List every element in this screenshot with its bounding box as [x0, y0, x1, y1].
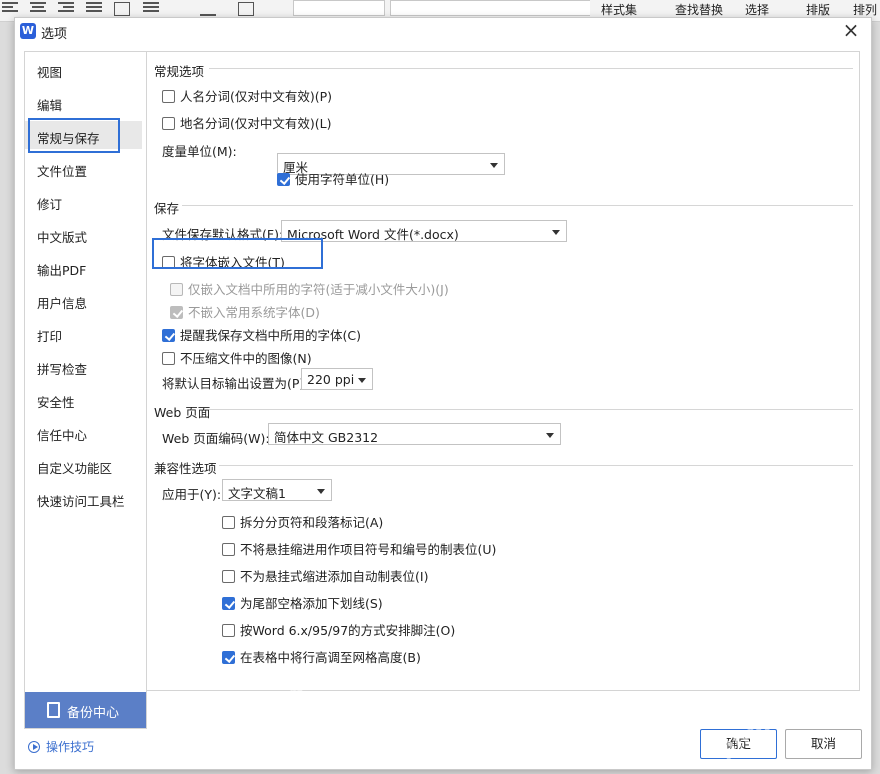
section-divider: [209, 68, 853, 69]
style-set-menu[interactable]: 样式集: [601, 1, 637, 18]
dropdown-arrow-icon: [317, 489, 325, 494]
compat-checkbox[interactable]: [222, 624, 235, 637]
sidebar-item-trust-center[interactable]: 信任中心: [37, 425, 87, 444]
distribute-icon[interactable]: [114, 2, 130, 16]
compat-checkbox[interactable]: [222, 651, 235, 664]
compat-option-table-row-grid[interactable]: 在表格中将行高调至网格高度(B): [222, 647, 421, 666]
section-title-compat: 兼容性选项: [154, 461, 217, 476]
dropdown-arrow-icon: [358, 378, 366, 383]
style-preview-1[interactable]: [293, 0, 385, 16]
ppi-select[interactable]: 220 ppi: [301, 368, 373, 390]
sidebar-item-edit[interactable]: 编辑: [37, 95, 62, 114]
section-divider: [182, 205, 853, 206]
sidebar-item-file-location[interactable]: 文件位置: [37, 161, 87, 180]
compat-checkbox[interactable]: [222, 570, 235, 583]
compat-checkbox[interactable]: [222, 543, 235, 556]
sidebar-item-view[interactable]: 视图: [37, 62, 62, 81]
compat-option-word6-footnotes[interactable]: 按Word 6.x/95/97的方式安排脚注(O): [222, 620, 455, 639]
dropdown-arrow-icon: [546, 433, 554, 438]
ok-button[interactable]: 确定: [700, 729, 777, 759]
borders-icon[interactable]: [238, 2, 254, 16]
compat-option-auto-tab[interactable]: 不为悬挂式缩进添加自动制表位(I): [222, 566, 428, 585]
compat-checkbox[interactable]: [222, 597, 235, 610]
place-name-checkbox[interactable]: [162, 117, 175, 130]
wps-writer-icon: W: [20, 23, 36, 39]
section-divider: [209, 409, 853, 410]
tips-link[interactable]: 操作技巧: [28, 738, 94, 755]
dialog-titlebar: W 选项 ×: [15, 18, 871, 44]
backup-icon: [47, 702, 60, 718]
layout-menu[interactable]: 排版: [806, 1, 830, 18]
no-compress-images-checkbox[interactable]: [162, 352, 175, 365]
web-encoding-select[interactable]: 简体中文 GB2312: [268, 423, 561, 445]
ppi-label: 将默认目标输出设置为(P):: [162, 376, 309, 391]
sidebar-item-security[interactable]: 安全性: [37, 392, 75, 411]
place-name-segmentation-option[interactable]: 地名分词(仅对中文有效)(L): [162, 113, 331, 132]
section-title-web: Web 页面: [154, 405, 211, 420]
sidebar-item-customize-ribbon[interactable]: 自定义功能区: [37, 458, 112, 477]
shading-icon[interactable]: [200, 2, 216, 16]
cancel-button[interactable]: 取消: [785, 729, 862, 759]
compat-option-hanging-indent-tab[interactable]: 不将悬挂缩进用作项目符号和编号的制表位(U): [222, 539, 496, 558]
options-content: 常规选项 人名分词(仅对中文有效)(P) 地名分词(仅对中文有效)(L) 度量单…: [147, 51, 860, 691]
sidebar-item-revision[interactable]: 修订: [37, 194, 62, 213]
remind-fonts-option[interactable]: 提醒我保存文档中所用的字体(C): [162, 325, 361, 344]
web-encoding-label: Web 页面编码(W):: [162, 431, 270, 446]
align-left-icon[interactable]: [2, 2, 18, 16]
sidebar-item-user-info[interactable]: 用户信息: [37, 293, 87, 312]
dropdown-arrow-icon: [490, 163, 498, 168]
no-embed-common-checkbox[interactable]: [170, 306, 183, 319]
highlight-box-general-save: [28, 118, 120, 153]
dialog-title: 选项: [41, 27, 68, 42]
person-name-segmentation-option[interactable]: 人名分词(仅对中文有效)(P): [162, 86, 332, 105]
person-name-checkbox[interactable]: [162, 90, 175, 103]
no-compress-images-option[interactable]: 不压缩文件中的图像(N): [162, 348, 312, 367]
embed-used-chars-option[interactable]: 仅嵌入文档中所用的字符(适于减小文件大小)(J): [170, 279, 449, 298]
default-format-select[interactable]: Microsoft Word 文件(*.docx): [281, 220, 567, 242]
remind-fonts-checkbox[interactable]: [162, 329, 175, 342]
sidebar-item-spell-check[interactable]: 拼写检查: [37, 359, 87, 378]
play-circle-icon: [28, 741, 40, 753]
select-menu[interactable]: 选择: [745, 1, 769, 18]
section-title-save: 保存: [154, 201, 180, 216]
unit-label: 度量单位(M):: [162, 144, 237, 159]
embed-used-chars-checkbox[interactable]: [170, 283, 183, 296]
arrange-menu[interactable]: 排列: [853, 1, 877, 18]
tips-label: 操作技巧: [46, 740, 95, 754]
compat-option-split-pagebreak[interactable]: 拆分分页符和段落标记(A): [222, 512, 383, 531]
backup-center-label: 备份中心: [67, 706, 120, 721]
section-divider: [219, 465, 853, 466]
apply-to-select[interactable]: 文字文稿1: [222, 479, 332, 501]
apply-to-label: 应用于(Y):: [162, 487, 222, 502]
backup-center-button[interactable]: 备份中心: [25, 692, 146, 728]
char-unit-option[interactable]: 使用字符单位(H): [277, 169, 389, 188]
sidebar-item-quick-access[interactable]: 快速访问工具栏: [37, 491, 125, 510]
line-spacing-icon[interactable]: [143, 2, 159, 16]
sidebar-item-chinese-layout[interactable]: 中文版式: [37, 227, 87, 246]
style-preview-2[interactable]: [390, 0, 590, 16]
section-title-general: 常规选项: [154, 64, 205, 79]
find-replace-menu[interactable]: 查找替换: [675, 1, 723, 18]
compat-option-underline-trailing-space[interactable]: 为尾部空格添加下划线(S): [222, 593, 383, 612]
sidebar-item-export-pdf[interactable]: 输出PDF: [37, 260, 86, 279]
watermark: php.cn: [484, 688, 570, 753]
char-unit-checkbox[interactable]: [277, 173, 290, 186]
sidebar-item-print[interactable]: 打印: [37, 326, 62, 345]
no-embed-common-option[interactable]: 不嵌入常用系统字体(D): [170, 302, 320, 321]
align-right-icon[interactable]: [58, 2, 74, 16]
compat-checkbox[interactable]: [222, 516, 235, 529]
align-center-icon[interactable]: [30, 2, 46, 16]
highlight-box-embed-fonts: [152, 238, 323, 269]
options-dialog: W 选项 × 视图 编辑 常规与保存 文件位置 修订 中文版式 输出PDF 用户…: [14, 17, 872, 770]
dropdown-arrow-icon: [552, 230, 560, 235]
close-button[interactable]: ×: [841, 20, 861, 40]
justify-icon[interactable]: [86, 2, 102, 16]
